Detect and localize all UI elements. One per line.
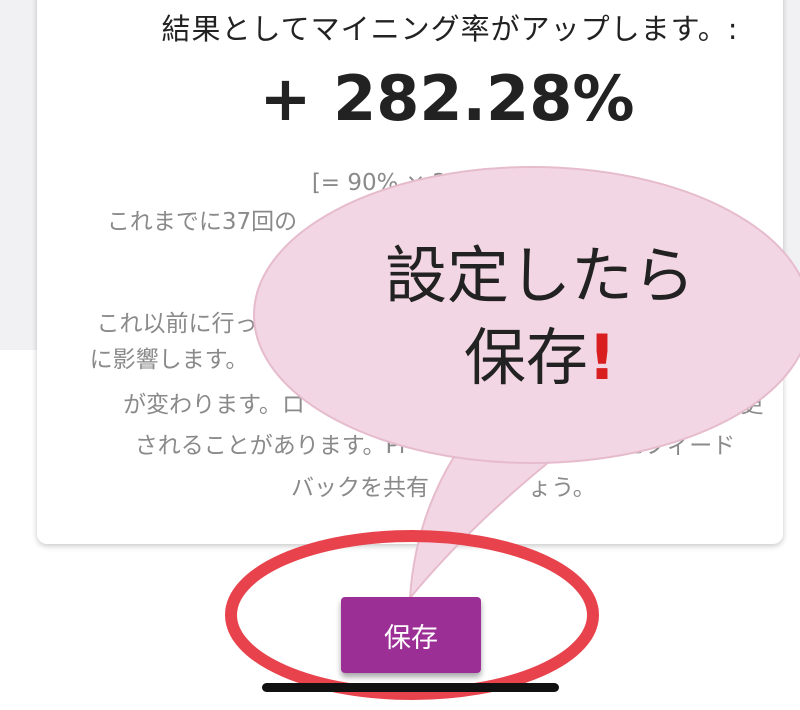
annotation-text: 設定したら 保存! bbox=[300, 235, 780, 399]
exclamation-icon: ! bbox=[587, 321, 617, 394]
save-button[interactable]: 保存 bbox=[341, 597, 481, 673]
home-indicator-bar bbox=[262, 683, 559, 692]
annotation-line-2: 保存! bbox=[300, 317, 780, 399]
speech-bubble bbox=[408, 451, 563, 602]
annotation-save-word: 保存 bbox=[463, 321, 588, 394]
annotation-line-1: 設定したら bbox=[384, 239, 695, 312]
